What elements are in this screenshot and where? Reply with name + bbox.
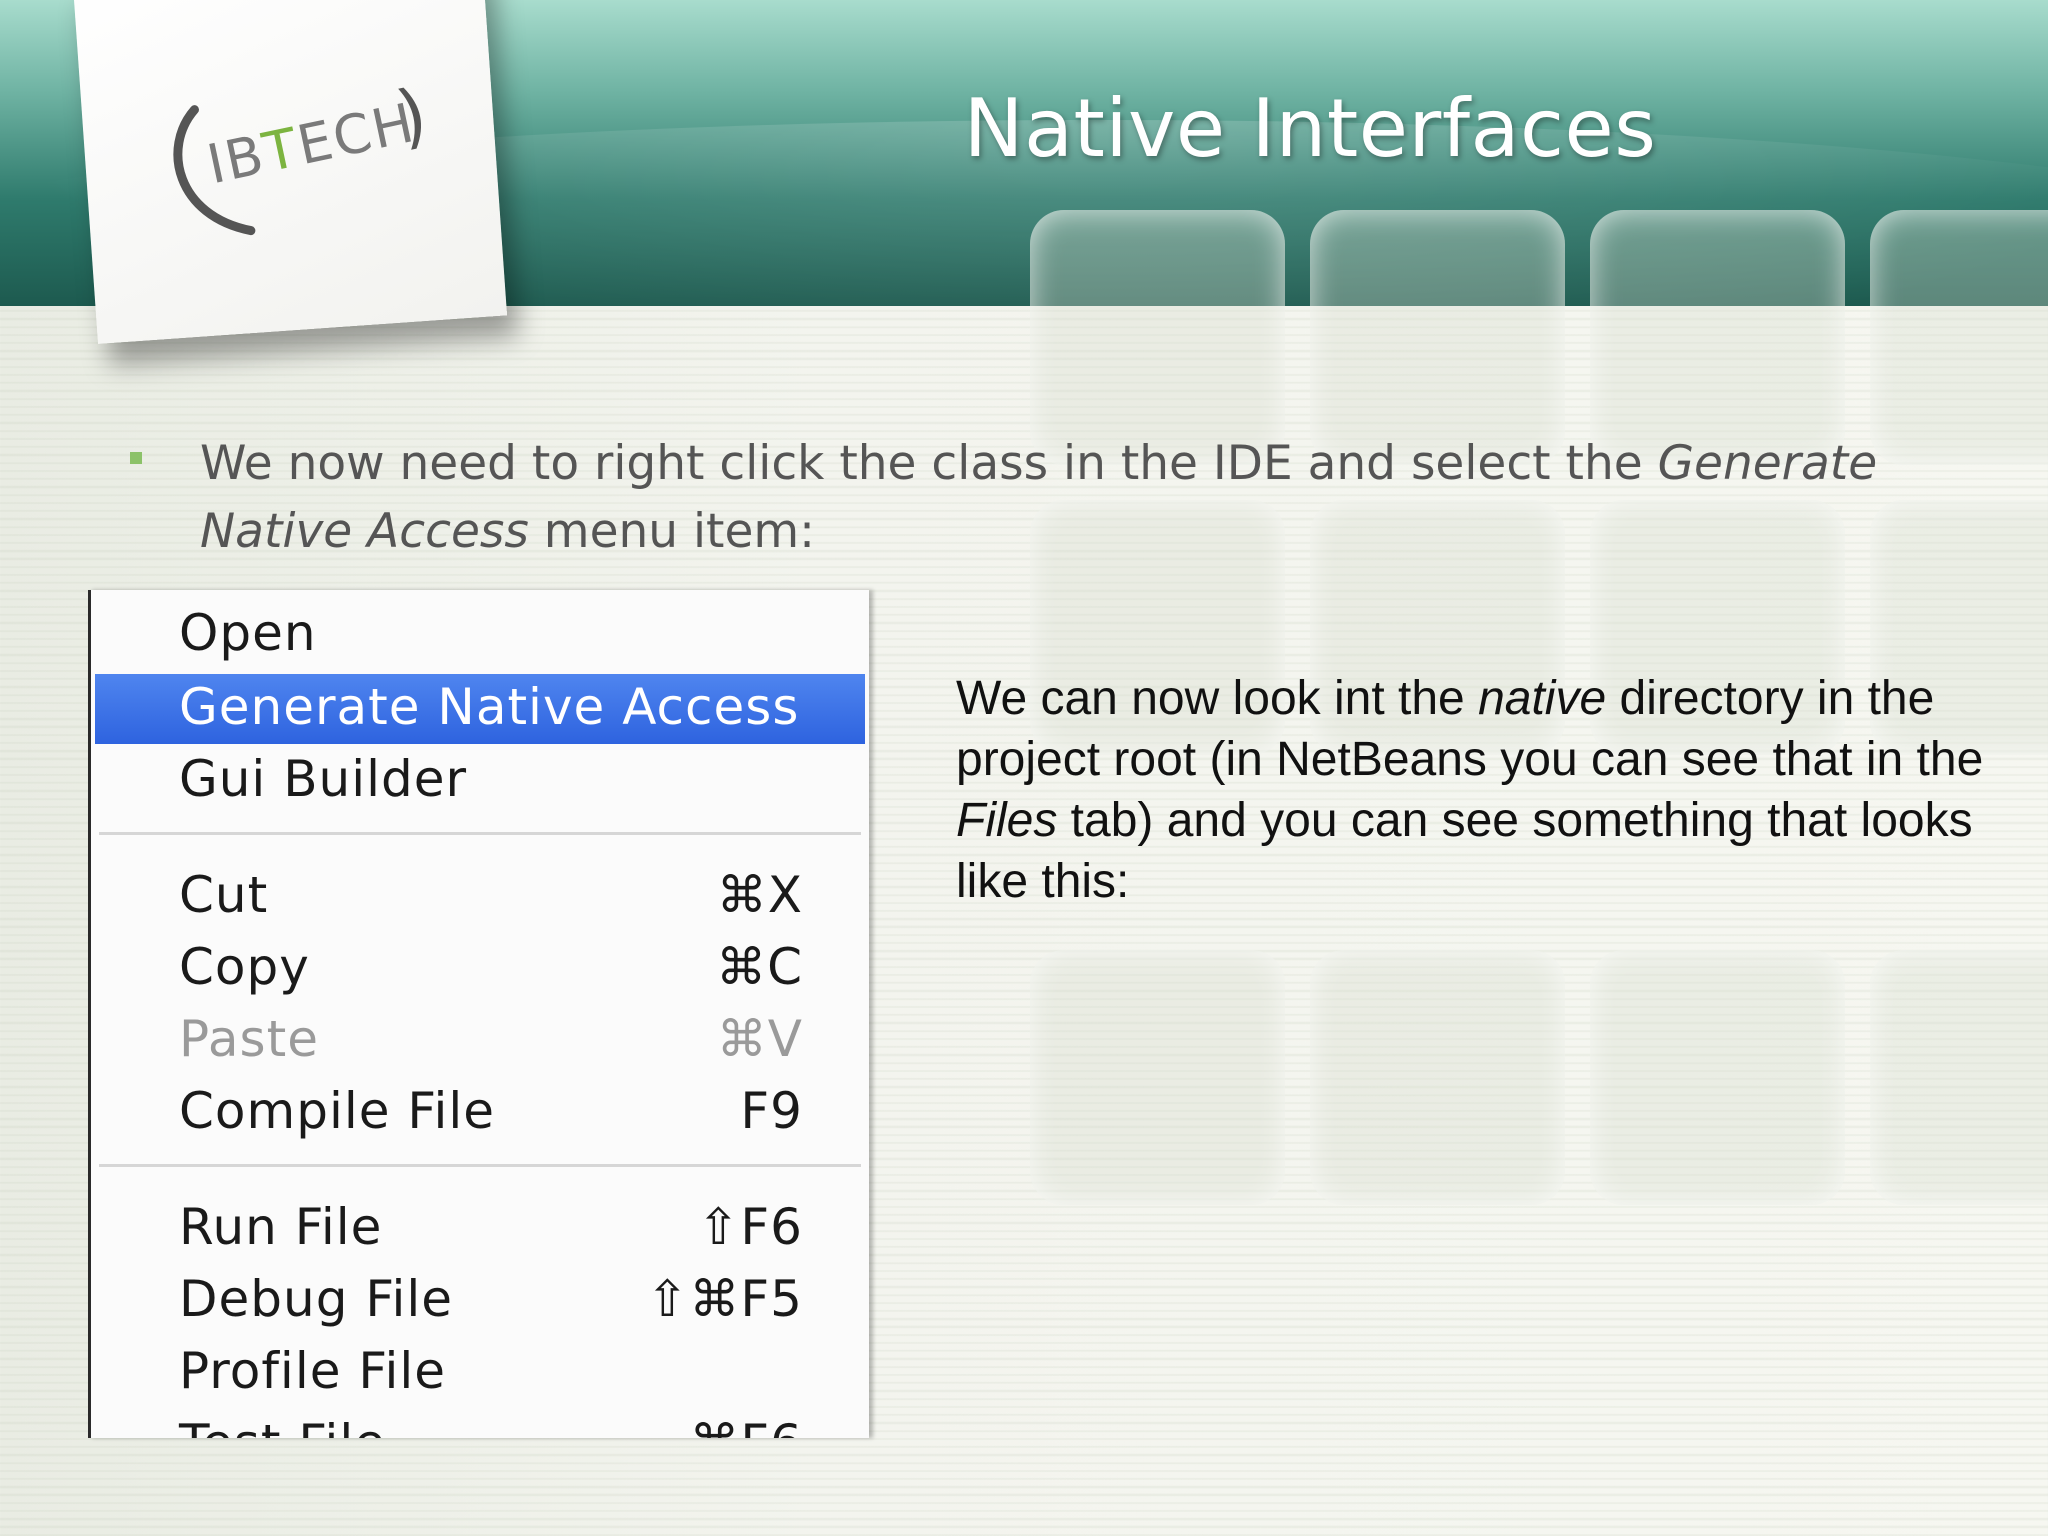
bg-tile bbox=[1870, 950, 2048, 1205]
menu-item-gui-builder[interactable]: Gui Builder bbox=[95, 746, 865, 816]
menu-separator bbox=[99, 832, 861, 835]
menu-item-shortcut: ⌘V bbox=[716, 1010, 803, 1068]
menu-item-paste: Paste ⌘V bbox=[95, 1006, 865, 1076]
menu-item-label: Cut bbox=[179, 866, 269, 924]
menu-item-label: Copy bbox=[179, 938, 310, 996]
menu-item-open[interactable]: Open bbox=[95, 600, 865, 670]
menu-item-profile-file[interactable]: Profile File bbox=[95, 1338, 865, 1408]
menu-item-debug-file[interactable]: Debug File ⇧⌘F5 bbox=[95, 1266, 865, 1336]
description-paragraph: We can now look int the native directory… bbox=[956, 672, 1984, 908]
menu-item-label: Test File bbox=[179, 1414, 386, 1438]
bg-tile bbox=[1590, 950, 1845, 1205]
bg-tile bbox=[1310, 210, 1565, 465]
menu-item-compile-file[interactable]: Compile File F9 bbox=[95, 1078, 865, 1148]
bullet-marker bbox=[130, 452, 142, 464]
menu-item-generate-native-access[interactable]: Generate Native Access bbox=[95, 674, 865, 744]
menu-item-copy[interactable]: Copy ⌘C bbox=[95, 934, 865, 1004]
slide-title: Native Interfaces bbox=[963, 82, 1657, 175]
bg-tile bbox=[1030, 210, 1285, 465]
menu-item-label: Open bbox=[179, 604, 317, 662]
menu-item-label: Generate Native Access bbox=[179, 678, 800, 736]
menu-item-shortcut: ⌘C bbox=[716, 938, 803, 996]
menu-item-shortcut: ⇧F6 bbox=[697, 1198, 803, 1256]
bg-tile bbox=[1310, 950, 1565, 1205]
bg-tile bbox=[1590, 210, 1845, 465]
menu-item-shortcut: ⌘X bbox=[716, 866, 803, 924]
menu-item-test-file[interactable]: Test File ⌘F6 bbox=[95, 1410, 865, 1438]
menu-item-label: Run File bbox=[179, 1198, 383, 1256]
menu-item-label: Gui Builder bbox=[179, 750, 468, 808]
menu-separator bbox=[99, 1164, 861, 1167]
bullet-text: We now need to right click the class in … bbox=[200, 436, 1878, 559]
bg-tile bbox=[1870, 210, 2048, 465]
context-menu: Open Generate Native Access Gui Builder … bbox=[88, 590, 869, 1438]
menu-item-label: Compile File bbox=[179, 1082, 496, 1140]
menu-item-shortcut: ⌘F6 bbox=[689, 1414, 803, 1438]
bg-tile bbox=[1030, 950, 1285, 1205]
logo-card: IBTECH ) bbox=[72, 0, 508, 344]
menu-item-run-file[interactable]: Run File ⇧F6 bbox=[95, 1194, 865, 1264]
menu-item-label: Debug File bbox=[179, 1270, 453, 1328]
ibtech-logo: IBTECH ) bbox=[141, 42, 448, 257]
menu-item-label: Paste bbox=[179, 1010, 319, 1068]
menu-item-shortcut: F9 bbox=[740, 1082, 803, 1140]
menu-item-cut[interactable]: Cut ⌘X bbox=[95, 862, 865, 932]
menu-item-shortcut: ⇧⌘F5 bbox=[646, 1270, 803, 1328]
menu-item-label: Profile File bbox=[179, 1342, 447, 1400]
